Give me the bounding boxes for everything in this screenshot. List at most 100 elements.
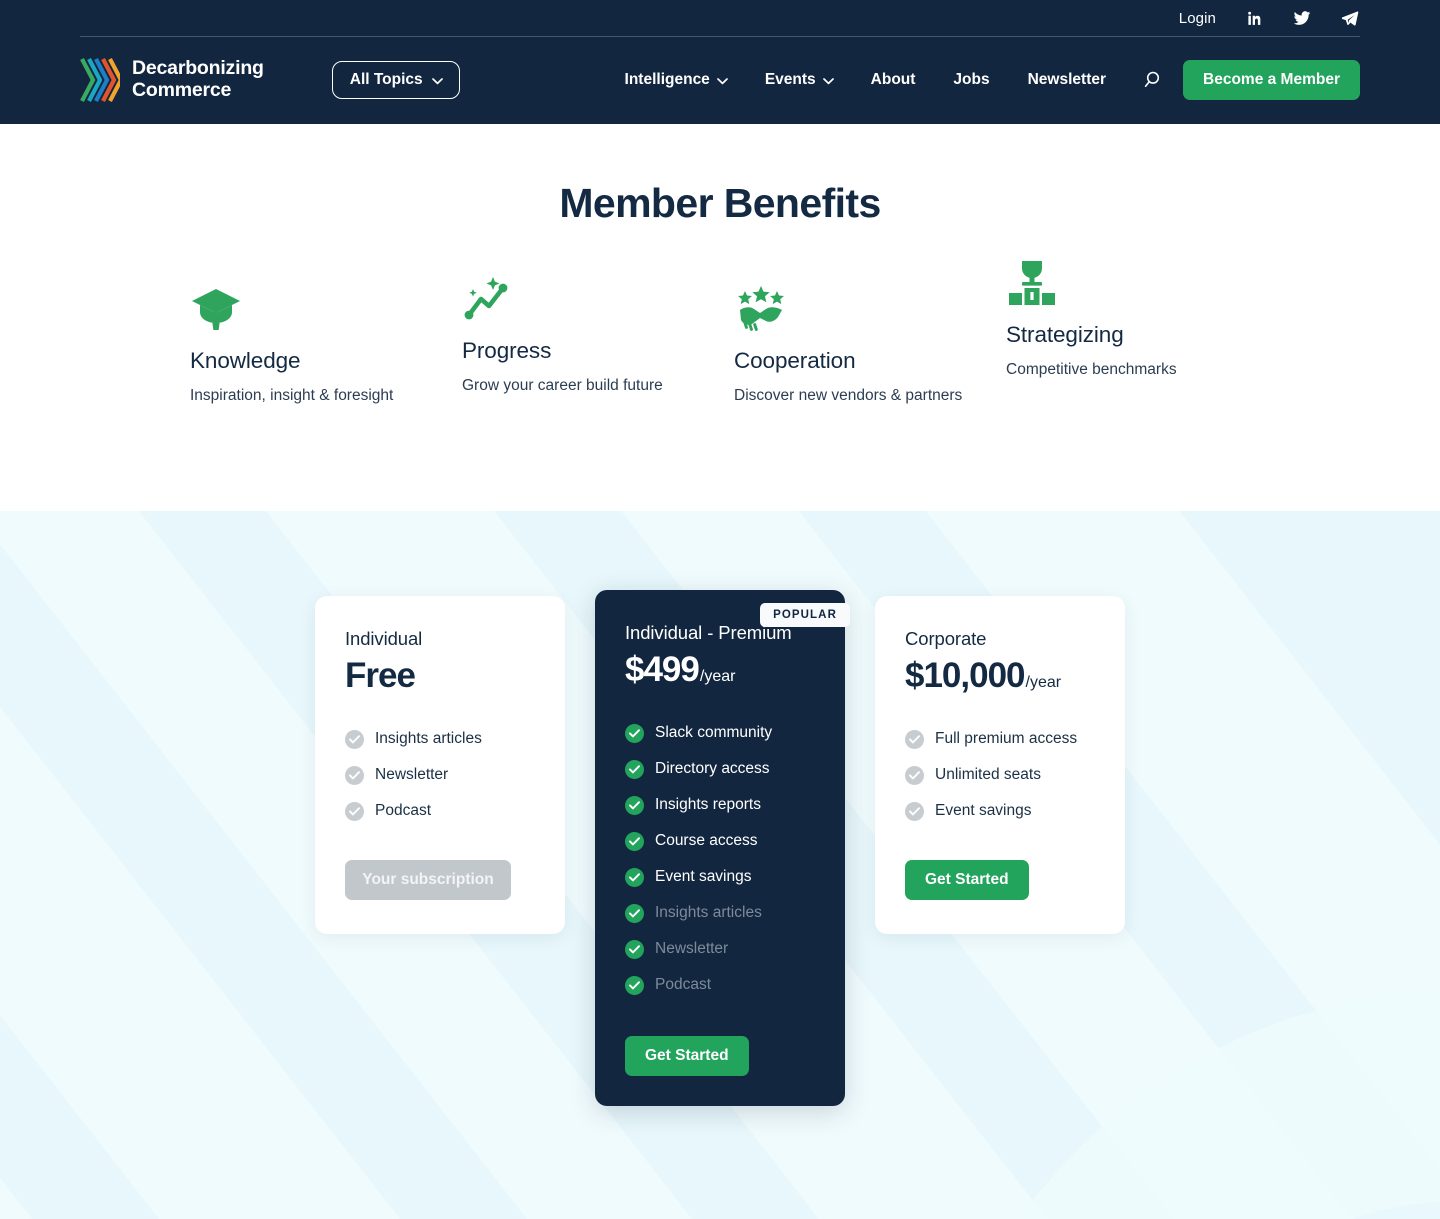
list-item: Podcast [345, 802, 535, 821]
logo-wordmark: Decarbonizing Commerce [132, 57, 264, 101]
list-item: Slack community [625, 724, 815, 743]
feature-label: Slack community [655, 724, 773, 742]
feature-label: Podcast [375, 802, 432, 820]
check-circle-icon [625, 796, 644, 815]
feature-label: Unlimited seats [935, 766, 1041, 784]
plan-name: Corporate [905, 628, 987, 649]
pricing-card-corporate: Corporate $10,000 /year Full premium acc… [875, 596, 1125, 934]
get-started-button-corporate[interactable]: Get Started [905, 860, 1029, 900]
nav-label: Intelligence [624, 71, 710, 88]
nav-label: Events [764, 71, 816, 88]
primary-nav: Intelligence Events About Jobs Newslette… [606, 60, 1360, 100]
benefit-description: Grow your career build future [462, 376, 663, 394]
pricing-cards: Individual Free Insights articles Newsle… [0, 511, 1440, 1106]
feature-label: Podcast [655, 976, 712, 994]
utility-topbar: Login [0, 0, 1440, 36]
benefit-cooperation: Cooperation Discover new vendors & partn… [734, 281, 1006, 407]
list-item: Podcast [625, 976, 815, 995]
pricing-card-individual-premium: POPULAR Individual - Premium $499 /year … [595, 590, 850, 1106]
check-circle-icon [625, 760, 644, 779]
benefit-strategizing: Strategizing Competitive benchmarks [1006, 255, 1278, 407]
get-started-button-premium[interactable]: Get Started [625, 1036, 749, 1076]
all-topics-label: All Topics [349, 71, 423, 88]
check-circle-icon [625, 724, 644, 743]
benefit-title: Knowledge [190, 348, 301, 373]
benefits-grid: Knowledge Inspiration, insight & foresig… [0, 261, 1440, 407]
plan-period: /year [699, 668, 736, 685]
plan-price: Free [345, 656, 416, 695]
list-item: Insights reports [625, 796, 815, 815]
chevron-down-icon [431, 78, 443, 85]
benefit-progress: Progress Grow your career build future [462, 271, 734, 407]
benefit-description: Competitive benchmarks [1006, 360, 1177, 378]
plan-price-row: Free [345, 656, 535, 696]
nav-item-about[interactable]: About [852, 71, 935, 89]
benefit-description: Inspiration, insight & foresight [190, 386, 394, 404]
logo-mark-icon [80, 58, 120, 102]
benefit-title: Progress [462, 338, 552, 363]
check-circle-icon [625, 976, 644, 995]
list-item: Event savings [625, 868, 815, 887]
linkedin-icon[interactable] [1244, 8, 1264, 28]
list-item: Unlimited seats [905, 766, 1095, 785]
feature-label: Newsletter [375, 766, 449, 784]
chevron-down-icon [822, 78, 834, 85]
list-item: Newsletter [345, 766, 535, 785]
nav-item-intelligence[interactable]: Intelligence [606, 71, 746, 89]
feature-list: Full premium access Unlimited seats Even… [905, 730, 1095, 821]
check-circle-icon [625, 832, 644, 851]
handshake-stars-icon [734, 281, 976, 333]
list-item: Insights articles [625, 904, 815, 923]
list-item: Event savings [905, 802, 1095, 821]
feature-list: Slack community Directory access Insight… [625, 724, 815, 995]
telegram-icon[interactable] [1340, 8, 1360, 28]
check-circle-icon [625, 868, 644, 887]
pricing-card-individual: Individual Free Insights articles Newsle… [315, 596, 565, 934]
twitter-icon[interactable] [1292, 8, 1312, 28]
trend-sparkle-icon [462, 271, 704, 323]
site-header: Login Decarbonizing Commerce All Topics … [0, 0, 1440, 124]
graduation-cap-icon [190, 281, 432, 333]
feature-label: Event savings [935, 802, 1032, 820]
site-logo[interactable]: Decarbonizing Commerce [80, 57, 264, 103]
feature-label: Insights articles [655, 904, 762, 922]
header-divider [80, 36, 1360, 37]
all-topics-button[interactable]: All Topics [331, 61, 460, 99]
benefit-knowledge: Knowledge Inspiration, insight & foresig… [190, 281, 462, 407]
chevron-down-icon [716, 78, 728, 85]
check-circle-icon [345, 766, 364, 785]
login-link[interactable]: Login [1179, 10, 1216, 27]
feature-label: Full premium access [935, 730, 1078, 748]
nav-item-newsletter[interactable]: Newsletter [1009, 71, 1125, 89]
list-item: Insights articles [345, 730, 535, 749]
list-item: Full premium access [905, 730, 1095, 749]
member-benefits-section: Member Benefits Knowledge Inspiration, i… [0, 124, 1440, 511]
check-circle-icon [905, 802, 924, 821]
benefit-title: Strategizing [1006, 322, 1124, 347]
benefit-description: Discover new vendors & partners [734, 386, 963, 404]
nav-item-events[interactable]: Events [746, 71, 852, 89]
list-item: Directory access [625, 760, 815, 779]
pricing-section: Individual Free Insights articles Newsle… [0, 511, 1440, 1219]
plan-price: $499 [625, 650, 700, 689]
page-title: Member Benefits [559, 180, 881, 226]
search-icon[interactable] [1139, 67, 1165, 93]
main-navbar: Decarbonizing Commerce All Topics Intell… [0, 36, 1440, 124]
become-a-member-button[interactable]: Become a Member [1183, 60, 1360, 100]
benefit-title: Cooperation [734, 348, 856, 373]
feature-label: Insights reports [655, 796, 761, 814]
plan-price-row: $499 /year [625, 650, 815, 690]
check-circle-icon [625, 904, 644, 923]
check-circle-icon [905, 730, 924, 749]
plan-price-row: $10,000 /year [905, 656, 1095, 696]
feature-list: Insights articles Newsletter Podcast [345, 730, 535, 821]
check-circle-icon [905, 766, 924, 785]
feature-label: Insights articles [375, 730, 482, 748]
check-circle-icon [625, 940, 644, 959]
plan-name: Individual [345, 628, 423, 649]
check-circle-icon [345, 730, 364, 749]
list-item: Newsletter [625, 940, 815, 959]
feature-label: Directory access [655, 760, 770, 778]
plan-price: $10,000 [905, 656, 1026, 695]
nav-item-jobs[interactable]: Jobs [934, 71, 1008, 89]
